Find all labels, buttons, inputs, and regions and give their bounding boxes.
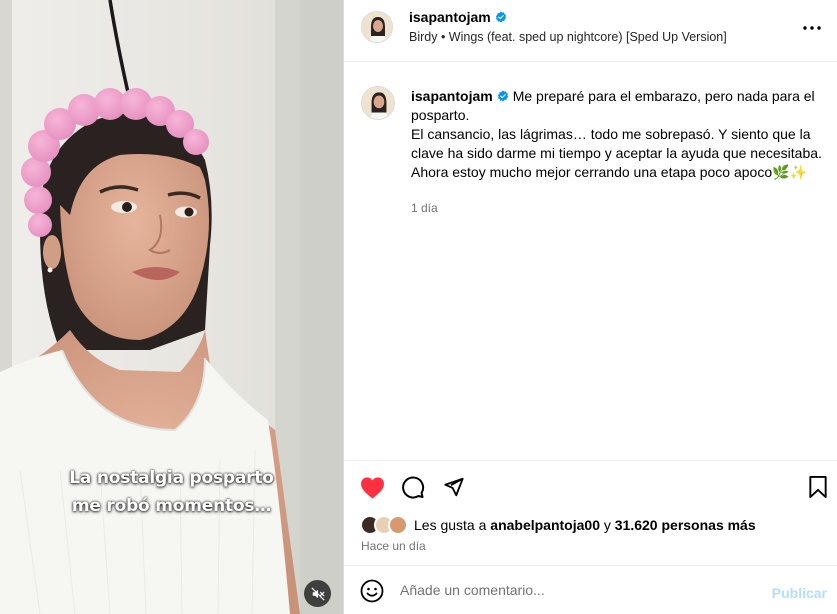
overlay-line-1: La nostalgia posparto [69, 468, 274, 488]
post-header: isapantojam Birdy • Wings (feat. sped up… [344, 0, 837, 62]
caption-line-3: Ahora estoy mucho mejor cerrando una eta… [411, 164, 807, 180]
more-options-button[interactable] [800, 16, 824, 40]
likes-summary[interactable]: Les gusta a anabelpantoja00 y 31.620 per… [360, 514, 756, 536]
like-button[interactable] [358, 473, 386, 501]
likes-prefix: Les gusta a [414, 517, 487, 533]
share-button[interactable] [439, 473, 467, 501]
post-actions: Les gusta a anabelpantoja00 y 31.620 per… [344, 460, 837, 614]
author-avatar[interactable] [361, 11, 393, 43]
caption-timestamp: 1 día [411, 201, 438, 215]
more-horizontal-icon [803, 26, 821, 30]
caption-line-2: El cansancio, las lágrimas… todo me sobr… [411, 126, 822, 161]
liked-by-user-link[interactable]: anabelpantoja00 [490, 517, 600, 533]
caption-username[interactable]: isapantojam [411, 88, 493, 104]
comment-button[interactable] [399, 473, 427, 501]
post-timestamp: Hace un día [361, 539, 426, 553]
emoji-picker-button[interactable] [358, 577, 386, 605]
liker-avatar [388, 515, 408, 535]
video-text-overlay: La nostalgia posparto me robó momentos… [0, 464, 343, 520]
video-frame-image [0, 0, 343, 614]
liker-avatars [360, 515, 408, 535]
caption-line-1: isapantojam Me preparé para el embarazo, … [411, 88, 815, 123]
overlay-line-2: me robó momentos… [71, 496, 272, 516]
add-comment-bar: Publicar [344, 565, 837, 614]
post-video[interactable]: La nostalgia posparto me robó momentos… [0, 0, 343, 614]
post-details-panel: isapantojam Birdy • Wings (feat. sped up… [343, 0, 837, 614]
save-button[interactable] [804, 473, 832, 501]
smiley-icon [360, 579, 384, 603]
caption-author-avatar[interactable] [361, 86, 395, 120]
author-username[interactable]: isapantojam [409, 9, 507, 25]
caption-text: isapantojam Me preparé para el embarazo, … [411, 87, 829, 182]
audio-track-link[interactable]: Birdy • Wings (feat. sped up nightcore) … [409, 30, 727, 44]
bookmark-icon [809, 475, 827, 498]
speech-bubble-icon [402, 476, 425, 499]
likes-connector: y [603, 517, 611, 533]
comment-input[interactable] [400, 578, 740, 602]
publish-comment-button[interactable]: Publicar [772, 585, 827, 601]
paper-plane-icon [443, 477, 464, 497]
verified-badge-icon [497, 90, 508, 102]
speaker-muted-icon [311, 587, 324, 600]
likes-count-link[interactable]: 31.620 personas más [615, 517, 756, 533]
mute-toggle-button[interactable] [304, 580, 331, 607]
verified-badge-icon [495, 11, 506, 23]
heart-filled-icon [360, 476, 384, 498]
